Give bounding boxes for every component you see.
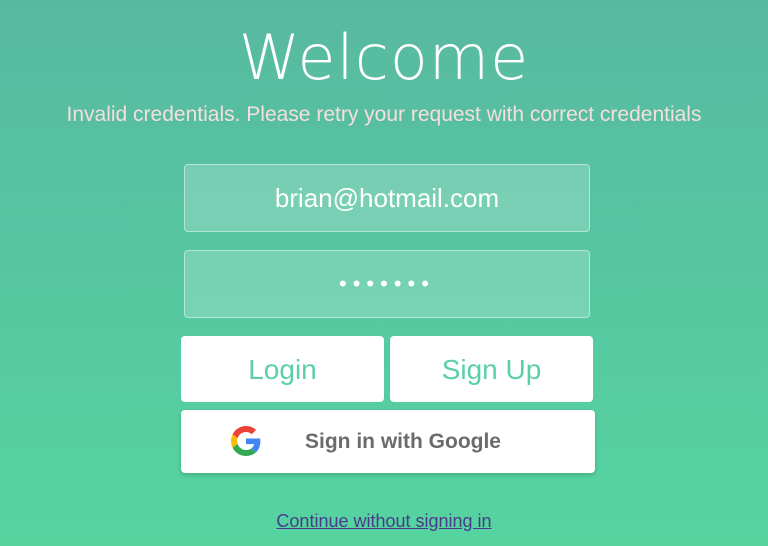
password-field[interactable] bbox=[184, 250, 590, 318]
google-g-icon bbox=[231, 426, 261, 456]
signup-button[interactable]: Sign Up bbox=[390, 336, 593, 402]
continue-container: Continue without signing in bbox=[0, 509, 768, 533]
page-title: Welcome bbox=[238, 21, 530, 94]
continue-without-signin-link[interactable]: Continue without signing in bbox=[276, 511, 491, 531]
error-message: Invalid credentials. Please retry your r… bbox=[66, 103, 702, 126]
google-signin-label: Sign in with Google bbox=[305, 430, 501, 453]
email-field[interactable] bbox=[184, 164, 590, 232]
login-button[interactable]: Login bbox=[181, 336, 384, 402]
google-signin-button[interactable]: Sign in with Google bbox=[181, 410, 595, 473]
